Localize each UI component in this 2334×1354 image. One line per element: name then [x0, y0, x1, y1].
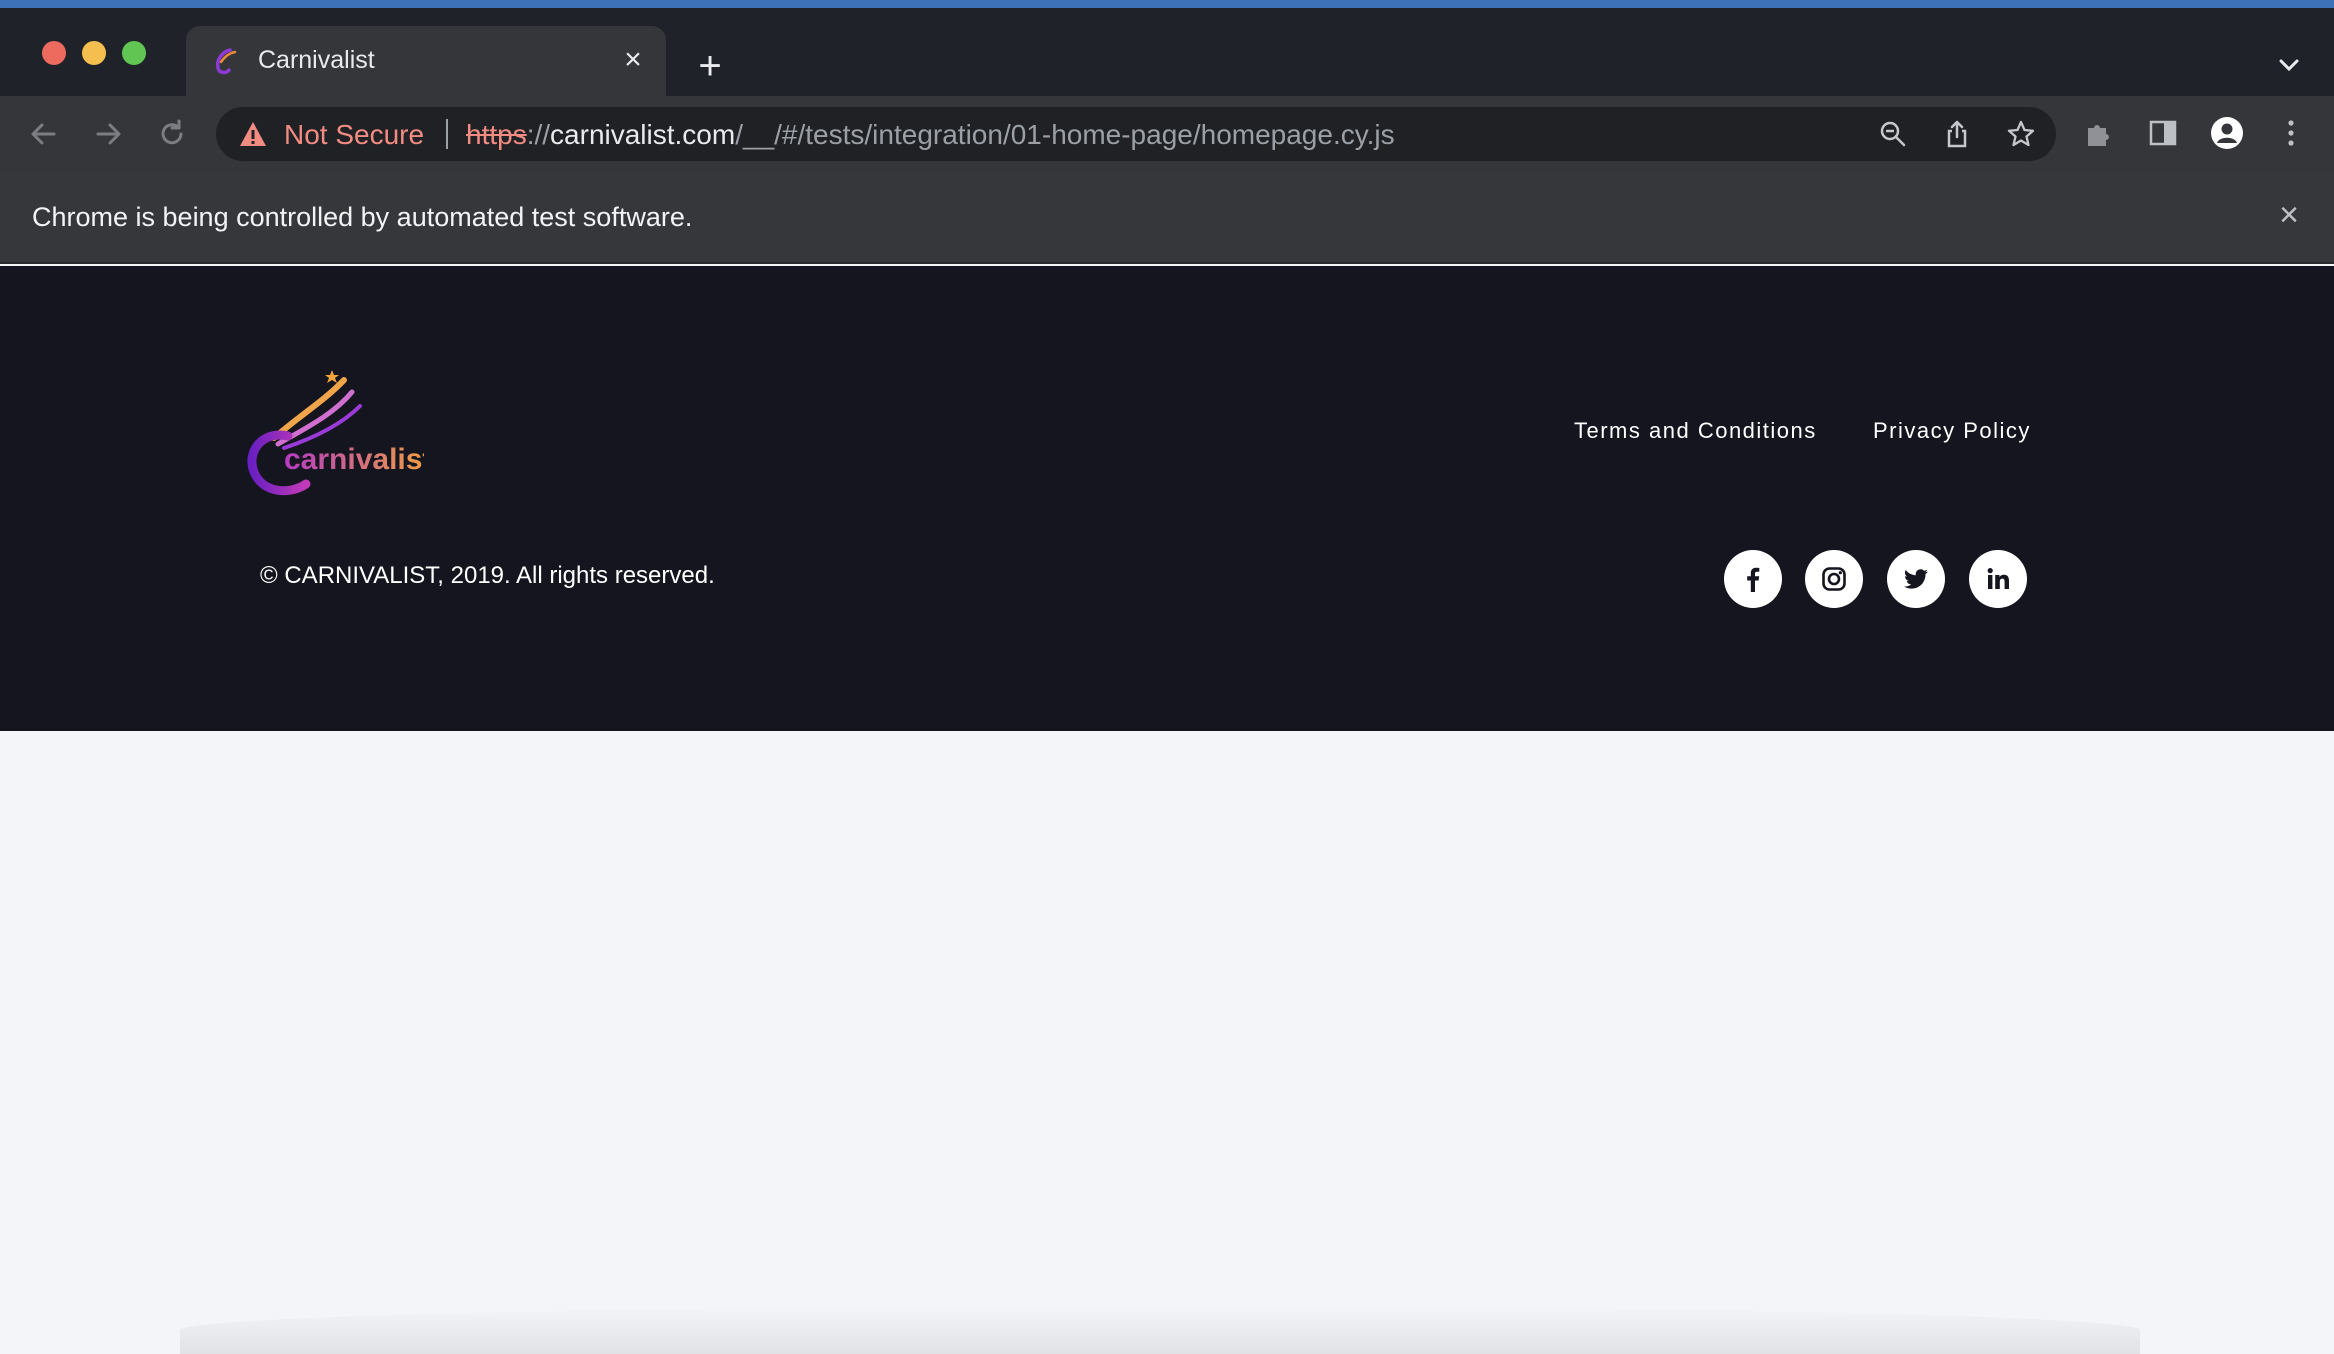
infobar-message: Chrome is being controlled by automated … — [32, 202, 693, 232]
tab-title: Carnivalist — [258, 46, 375, 74]
carnivalist-logo[interactable]: carnivalist — [244, 366, 424, 496]
window-minimize-button[interactable] — [82, 41, 106, 65]
share-icon[interactable] — [1942, 119, 1972, 149]
window-maximize-button[interactable] — [122, 41, 146, 65]
automation-infobar: Chrome is being controlled by automated … — [0, 172, 2334, 264]
extensions-puzzle-icon[interactable] — [2082, 116, 2116, 150]
side-panel-icon[interactable] — [2146, 116, 2180, 150]
carnivalist-favicon-icon — [215, 48, 237, 75]
tab-carnivalist[interactable]: Carnivalist × — [186, 26, 666, 96]
url-scheme-separator: :// — [526, 119, 551, 150]
tab-search-chevron-down-icon[interactable] — [2274, 50, 2304, 80]
bottom-shadow — [180, 1306, 2140, 1354]
facebook-button[interactable] — [1724, 550, 1782, 608]
instagram-button[interactable] — [1805, 550, 1863, 608]
tab-close-icon[interactable]: × — [616, 43, 650, 77]
instagram-icon — [1822, 567, 1846, 591]
linkedin-button[interactable] — [1969, 550, 2027, 608]
terms-and-conditions-link[interactable]: Terms and Conditions — [1574, 418, 1817, 444]
url-host: carnivalist.com — [550, 119, 736, 150]
desktop-strip — [0, 0, 2334, 8]
browser-toolbar: Not Secure https://carnivalist.com/__/#/… — [0, 96, 2334, 172]
not-secure-label[interactable]: Not Secure — [284, 119, 424, 151]
twitter-button[interactable] — [1887, 550, 1945, 608]
site-footer: carnivalist © CARNIVALIST, 2019. All rig… — [0, 266, 2334, 731]
infobar-close-icon[interactable]: × — [2272, 198, 2306, 232]
back-arrow-icon[interactable] — [24, 114, 64, 154]
bookmark-star-icon[interactable] — [2006, 119, 2036, 149]
address-bar[interactable]: Not Secure https://carnivalist.com/__/#/… — [216, 107, 2056, 161]
twitter-icon — [1904, 569, 1928, 589]
kebab-menu-icon[interactable] — [2274, 116, 2308, 150]
omnibox-divider — [446, 119, 448, 149]
linkedin-icon — [1987, 568, 2009, 589]
new-tab-plus-icon[interactable]: + — [690, 46, 730, 86]
warning-icon[interactable] — [238, 120, 268, 148]
profile-avatar-icon[interactable] — [2210, 116, 2244, 150]
url-scheme: https — [466, 119, 527, 150]
copyright-text: © CARNIVALIST, 2019. All rights reserved… — [260, 562, 715, 589]
browser-window: Carnivalist × + Not Secure https://carni… — [0, 8, 2334, 1354]
zoom-out-icon[interactable] — [1878, 119, 1908, 149]
forward-arrow-icon[interactable] — [88, 114, 128, 154]
url-text[interactable]: https://carnivalist.com/__/#/tests/integ… — [466, 119, 1395, 151]
reload-icon[interactable] — [152, 114, 192, 154]
page-content: carnivalist © CARNIVALIST, 2019. All rig… — [0, 266, 2334, 1354]
url-path: /__/#/tests/integration/01-home-page/hom… — [735, 119, 1395, 150]
privacy-policy-link[interactable]: Privacy Policy — [1873, 418, 2031, 444]
facebook-icon — [1747, 567, 1760, 592]
tab-strip: Carnivalist × + — [0, 8, 2334, 96]
window-close-button[interactable] — [42, 41, 66, 65]
logo-wordmark: carnivalist — [284, 443, 424, 476]
